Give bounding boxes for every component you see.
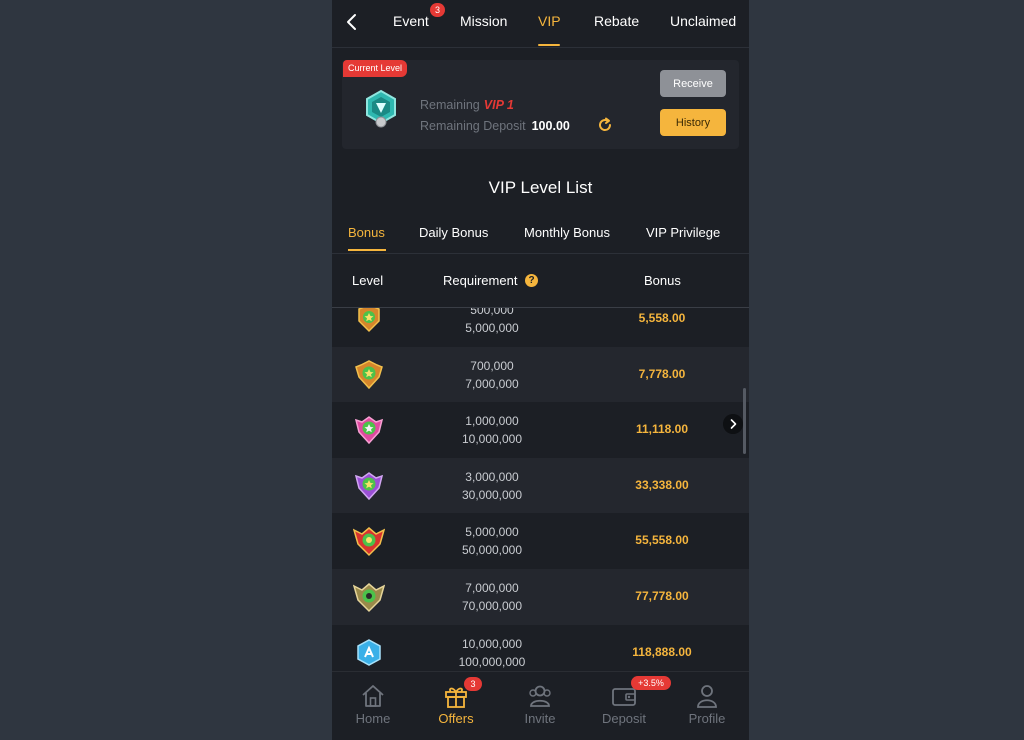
requirement-deposit: 500,000	[470, 308, 514, 317]
vertical-scrollbar[interactable]	[743, 388, 746, 454]
nav-invite-label: Invite	[524, 711, 556, 726]
requirement-deposit: 1,000,000	[465, 414, 519, 429]
vip-badge-icon	[355, 359, 383, 389]
nav-offers[interactable]: Offers	[421, 682, 491, 726]
bonus-cell: 118,888.00	[632, 644, 692, 659]
vip-subtab-bar: Bonus Daily Bonus Monthly Bonus VIP Priv…	[332, 218, 749, 254]
subtab-bonus[interactable]: Bonus	[348, 225, 385, 240]
requirement-bet: 100,000,000	[458, 654, 526, 669]
receive-button[interactable]: Receive	[660, 70, 726, 97]
subtab-daily-bonus[interactable]: Daily Bonus	[419, 225, 488, 240]
table-row: 3,000,000 30,000,000 33,338.00	[332, 457, 749, 514]
requirement-bet: 5,000,000	[465, 321, 519, 335]
tab-mission[interactable]: Mission	[460, 13, 507, 29]
bottom-nav: Home Offers 3 Invite Deposit +3.5% Profi…	[332, 671, 749, 740]
requirement-cell: 500,000 5,000,000	[412, 308, 572, 337]
current-level-tag: Current Level	[343, 60, 408, 77]
requirement-cell: 5,000,000 50,000,000	[412, 523, 572, 559]
requirement-cell: 7,000,000 70,000,000	[412, 579, 572, 615]
deposit-bonus-badge: +3.5%	[631, 676, 671, 690]
table-row: 5,000,000 50,000,000 55,558.00	[332, 513, 749, 569]
requirement-bet: 50,000,000	[461, 543, 523, 558]
requirement-deposit: 700,000	[470, 358, 514, 373]
nav-home-label: Home	[355, 711, 391, 726]
vip-badge-icon	[354, 416, 384, 445]
remaining-deposit-value: 100.00	[531, 119, 570, 133]
subtab-monthly-bonus[interactable]: Monthly Bonus	[524, 225, 610, 240]
vip-level-list-title: VIP Level List	[488, 178, 593, 197]
bonus-cell: 7,778.00	[638, 366, 686, 381]
bonus-cell: 77,778.00	[635, 588, 689, 603]
table-header: Level Requirement ? Bonus	[332, 254, 749, 308]
nav-home[interactable]: Home	[338, 682, 408, 726]
remaining-label: Remaining	[420, 98, 480, 112]
requirement-cell: 3,000,000 30,000,000	[412, 468, 572, 504]
nav-invite[interactable]: Invite	[505, 682, 575, 726]
vip-badge-icon	[357, 638, 381, 666]
requirement-deposit: 10,000,000	[461, 636, 523, 651]
remaining-deposit-label: Remaining Deposit	[420, 119, 526, 133]
table-row: 10,000,000 100,000,000 118,888.00	[332, 625, 749, 671]
requirement-cell: 1,000,000 10,000,000	[412, 412, 572, 448]
requirement-bet: 10,000,000	[461, 432, 523, 447]
top-tab-bar: Event 3 Mission VIP Rebate Unclaimed	[332, 0, 749, 48]
tab-event[interactable]: Event	[393, 13, 429, 29]
chevron-right-icon[interactable]	[723, 414, 743, 434]
current-level-card: Current Level Remaining VIP 1 Remaining D…	[342, 60, 739, 149]
requirement-deposit: 7,000,000	[465, 580, 519, 595]
requirement-deposit: 5,000,000	[465, 525, 519, 540]
bonus-cell: 33,338.00	[635, 477, 689, 492]
bonus-cell: 11,118.00	[635, 422, 689, 437]
vip-badge-icon	[353, 527, 385, 557]
remaining-vip-value: VIP 1	[483, 98, 514, 112]
vip-screen: Event 3 Mission VIP Rebate Unclaimed Cur…	[332, 0, 749, 740]
tab-rebate[interactable]: Rebate	[594, 13, 639, 29]
bonus-cell: 55,558.00	[635, 533, 689, 548]
vip-badge-icon	[354, 471, 384, 500]
help-icon[interactable]: ?	[525, 274, 538, 287]
subtab-bonus-indicator	[348, 249, 386, 251]
requirement-cell: 10,000,000 100,000,000	[412, 635, 572, 671]
home-icon	[362, 685, 384, 707]
bonus-cell: 5,558.00	[638, 311, 686, 325]
vip-badge-icon	[358, 308, 380, 333]
tab-vip[interactable]: VIP	[538, 13, 561, 29]
column-requirement: Requirement	[443, 273, 518, 288]
vip-table-body[interactable]: 500,000 5,000,000 5,558.00 700,000 7,000,0…	[332, 308, 749, 671]
table-row: 7,000,000 70,000,000 77,778.00	[332, 568, 749, 625]
table-row: 500,000 5,000,000 5,558.00	[332, 308, 749, 347]
event-badge: 3	[430, 3, 445, 17]
column-level: Level	[352, 273, 384, 288]
nav-deposit-label: Deposit	[601, 711, 647, 726]
back-icon[interactable]	[342, 12, 362, 32]
requirement-cell: 700,000 7,000,000	[412, 357, 572, 393]
nav-offers-label: Offers	[438, 711, 474, 726]
requirement-deposit: 3,000,000	[465, 469, 519, 484]
table-row: 700,000 7,000,000 7,778.00	[332, 346, 749, 403]
tab-unclaimed[interactable]: Unclaimed	[670, 13, 736, 29]
user-icon	[697, 685, 717, 708]
remaining-vip-line: Remaining VIP 1	[420, 98, 514, 112]
requirement-bet: 7,000,000	[465, 376, 519, 391]
column-bonus: Bonus	[644, 273, 681, 288]
offers-badge: 3	[464, 677, 482, 691]
tab-vip-indicator	[538, 44, 560, 46]
subtab-vip-privilege[interactable]: VIP Privilege	[646, 225, 720, 240]
history-button[interactable]: History	[660, 109, 726, 136]
requirement-bet: 70,000,000	[461, 598, 523, 613]
vip-badge-icon	[353, 582, 385, 613]
users-icon	[529, 685, 551, 707]
nav-profile[interactable]: Profile	[672, 682, 742, 726]
refresh-icon[interactable]	[597, 117, 613, 133]
requirement-bet: 30,000,000	[461, 487, 523, 502]
nav-profile-label: Profile	[688, 711, 726, 726]
table-row: 1,000,000 10,000,000 11,118.00	[332, 402, 749, 458]
vip-level-icon	[366, 89, 396, 128]
remaining-deposit-line: Remaining Deposit 100.00	[420, 119, 570, 133]
